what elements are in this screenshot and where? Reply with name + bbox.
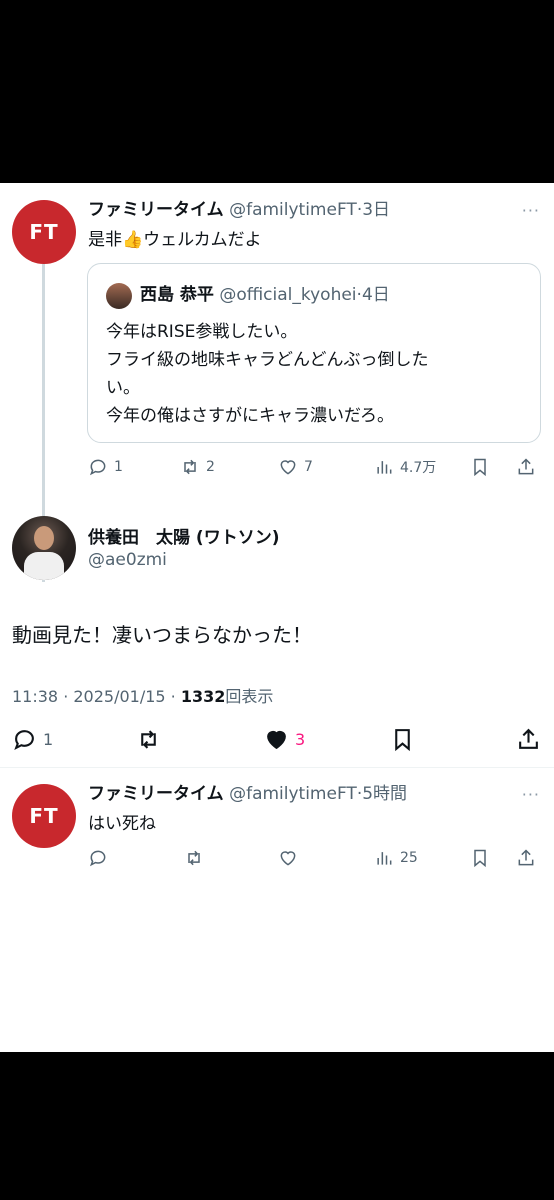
like-count: 3 (295, 730, 306, 749)
quote-header: 西島 恭平 @official_kyohei·4日 (140, 284, 390, 306)
share-icon (518, 458, 534, 475)
view-count: 1332 (180, 687, 226, 706)
heart-filled-icon (267, 731, 286, 750)
author-name[interactable]: ファミリータイム (88, 200, 224, 220)
retweet-count: 2 (206, 459, 215, 475)
views-button[interactable]: 4.7万 (374, 457, 436, 477)
heart-icon (280, 851, 296, 866)
tweet3-header: ファミリータイム @familytimeFT·5時間 (88, 783, 407, 805)
avatar-ae0zmi[interactable] (12, 516, 76, 580)
retweet-button[interactable] (136, 727, 161, 752)
retweet-icon (184, 459, 196, 475)
retweet-button[interactable]: 2 (180, 457, 215, 477)
views-button[interactable]: 25 (374, 848, 418, 868)
like-button[interactable] (278, 848, 298, 868)
screen: FT ファミリータイム @familytimeFT·3日 ··· 是非👍ウェルカ… (0, 0, 554, 1200)
quoted-tweet[interactable]: 西島 恭平 @official_kyohei·4日 今年はRISE参戦したい。 … (87, 263, 541, 443)
author-handle[interactable]: @familytimeFT (229, 200, 357, 220)
tweet1-text: 是非👍ウェルカムだよ (88, 228, 262, 252)
author-name[interactable]: ファミリータイム (88, 784, 224, 804)
bookmark-icon (474, 849, 486, 868)
bookmark-button[interactable] (470, 848, 490, 868)
share-button[interactable] (516, 457, 536, 477)
like-count: 7 (304, 459, 313, 475)
author-name[interactable]: 供養田 太陽 (ワトソン) (88, 523, 279, 548)
bookmark-icon (395, 729, 410, 752)
reply-button[interactable]: 1 (88, 457, 123, 477)
quote-timestamp: 4日 (361, 285, 390, 305)
views-count: 25 (400, 850, 418, 866)
more-options-icon[interactable]: ··· (522, 201, 540, 220)
avatar-logo-text: FT (29, 804, 59, 828)
avatar-head (34, 526, 54, 550)
retweet-icon (188, 850, 200, 866)
view-label: 回表示 (225, 687, 274, 706)
tweet3-text: はい死ね (88, 814, 156, 834)
tweet1-actions: 1 2 7 4.7万 (88, 457, 540, 481)
timestamp[interactable]: 5時間 (362, 784, 407, 804)
avatar-shirt (24, 552, 64, 580)
bookmark-button[interactable] (390, 727, 415, 752)
share-icon (519, 728, 538, 749)
views-count: 4.7万 (400, 460, 437, 476)
reply-count: 1 (43, 730, 54, 749)
timestamp[interactable]: 3日 (362, 200, 390, 220)
reply-icon (89, 850, 106, 867)
reply-button[interactable]: 1 (12, 727, 53, 752)
quote-author-handle: @official_kyohei (219, 285, 357, 305)
main-tweet-text: 動画見た！凄いつまらなかった！ (12, 623, 312, 647)
post-time[interactable]: 11:38 · 2025/01/15 · (12, 687, 181, 706)
bookmark-icon (474, 458, 486, 477)
divider (0, 767, 554, 768)
tweet-text-part: ウェルカムだよ (143, 230, 262, 250)
share-icon (518, 849, 534, 866)
views-icon (377, 852, 392, 865)
main-tweet-meta: 11:38 · 2025/01/15 · 1332回表示 (12, 683, 273, 707)
heart-icon (280, 460, 296, 475)
quote-avatar (106, 283, 132, 309)
share-button[interactable] (516, 848, 536, 868)
reply-icon (89, 459, 106, 476)
like-button-active[interactable]: 3 (264, 727, 305, 752)
reply-count: 1 (114, 459, 123, 475)
reply-icon (14, 730, 34, 750)
tweet1-header: ファミリータイム @familytimeFT·3日 (88, 199, 390, 221)
like-button[interactable]: 7 (278, 457, 313, 477)
share-button[interactable] (516, 727, 541, 752)
retweet-button[interactable] (184, 848, 204, 868)
tweet3-actions: 25 (88, 848, 540, 872)
quote-author-name: 西島 恭平 (140, 285, 214, 305)
conversation-panel: FT ファミリータイム @familytimeFT·3日 ··· 是非👍ウェルカ… (0, 183, 554, 1052)
views-icon (377, 461, 392, 474)
thumbs-up-emoji: 👍 (122, 230, 144, 250)
retweet-icon (141, 730, 156, 749)
bookmark-button[interactable] (470, 457, 490, 477)
avatar-familytime[interactable]: FT (12, 200, 76, 264)
author-handle[interactable]: @familytimeFT (229, 784, 357, 804)
tweet-text-part: 是非 (88, 230, 122, 250)
reply-button[interactable] (88, 848, 108, 868)
author-handle[interactable]: @ae0zmi (88, 550, 167, 570)
more-options-icon[interactable]: ··· (522, 785, 540, 804)
main-tweet-actions: 1 3 (12, 727, 544, 755)
avatar-familytime[interactable]: FT (12, 784, 76, 848)
avatar-logo-text: FT (29, 220, 59, 244)
quote-text: 今年はRISE参戦したい。 フライ級の地味キャラどんどんぶっ倒した い。 今年の… (106, 322, 429, 426)
